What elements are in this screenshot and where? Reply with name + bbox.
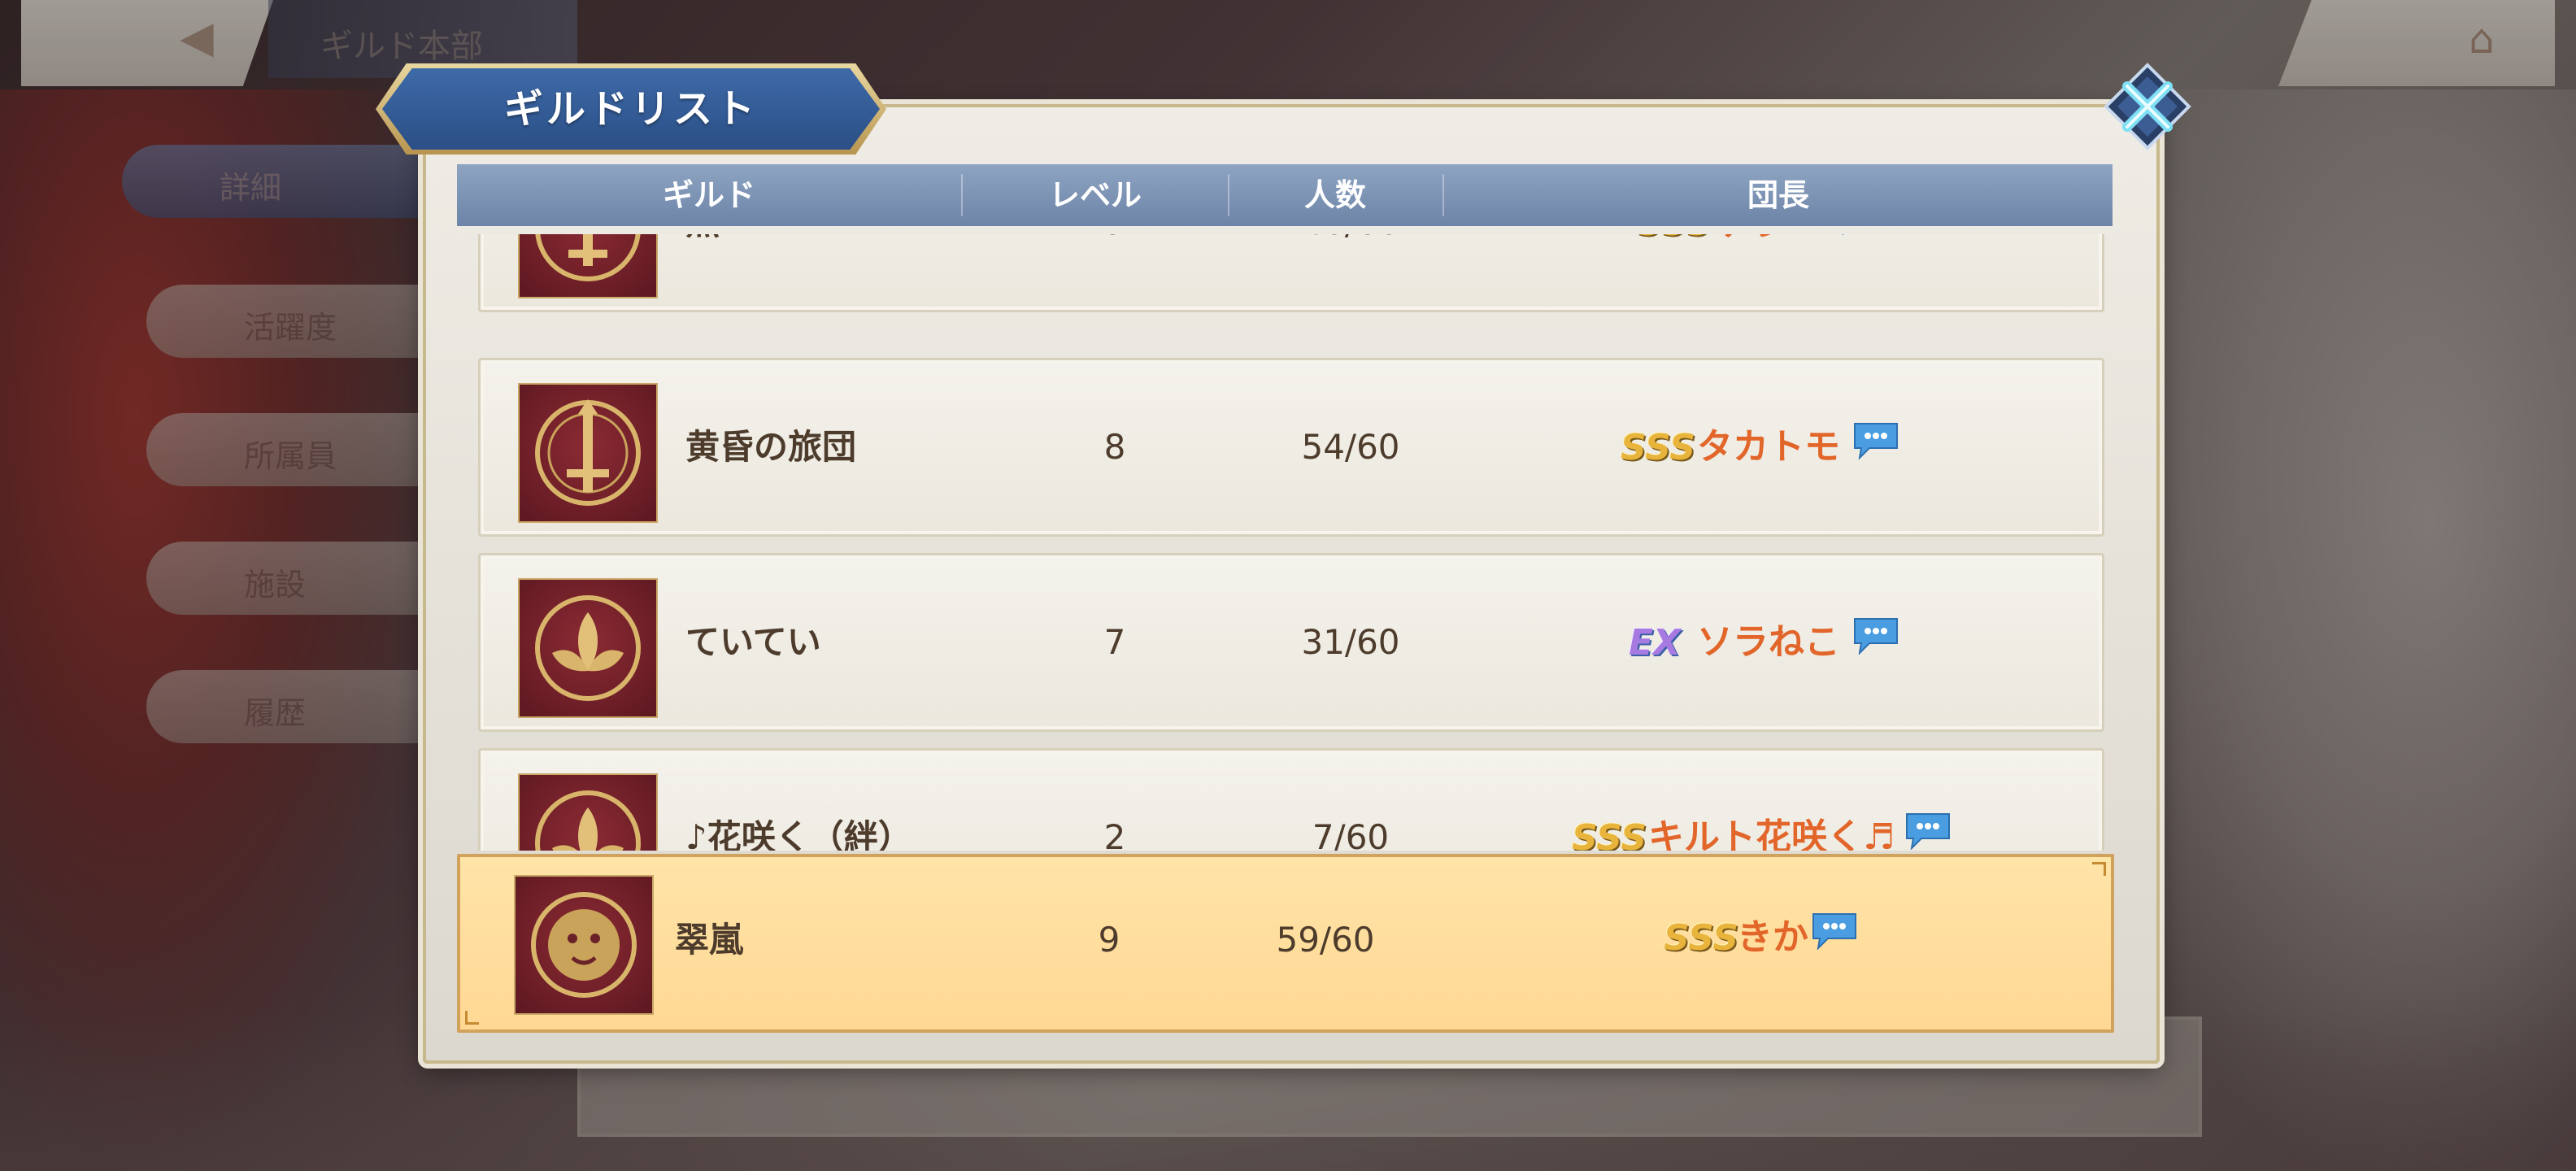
sword-emblem-icon	[518, 234, 658, 298]
guild-members: 7/60	[1312, 817, 1390, 851]
header-members: 人数	[1303, 177, 1366, 213]
own-guild-row[interactable]: 翠嵐 9 59/60 SSS きか	[457, 854, 2114, 1033]
table-header: ギルド レベル 人数 団長	[457, 164, 2113, 226]
chat-bubble-icon[interactable]	[1904, 811, 1952, 850]
guild-list[interactable]: 無 9 46/60 SSS ゆう 黄昏の旅団 8 54/60 SSS タカトモ	[472, 234, 2106, 851]
guild-leader: SSS キルト花咲く♬	[1518, 751, 2106, 851]
guild-name: ていてい	[685, 622, 821, 662]
chat-bubble-icon[interactable]	[1852, 420, 1900, 459]
lotus-emblem-icon	[518, 578, 658, 718]
chat-bubble-icon[interactable]	[1852, 616, 1900, 655]
leader-name: タカトモ	[1697, 426, 1840, 468]
close-icon[interactable]	[2103, 62, 2192, 151]
rank-badge: SSS	[1621, 427, 1695, 468]
guild-members: 54/60	[1301, 427, 1400, 467]
sword-emblem-icon	[518, 383, 658, 523]
guild-members: 31/60	[1301, 622, 1400, 662]
rank-badge: SSS	[1637, 234, 1712, 248]
guild-row[interactable]: ♪花咲く（絆） 2 7/60 SSS キルト花咲く♬	[478, 748, 2104, 851]
rank-badge: SSS	[1572, 817, 1647, 851]
guild-leader: SSS タカトモ	[1518, 360, 2106, 534]
guild-level: 8	[1103, 427, 1126, 467]
leader-name: キルト花咲く♬	[1648, 816, 1895, 851]
rank-badge: SSS	[1664, 917, 1738, 959]
own-guild-leader: SSS きか	[1501, 857, 2119, 1031]
own-guild-level: 9	[1098, 920, 1120, 960]
dialog-title: ギルドリスト	[503, 86, 758, 132]
header-level: レベル	[1048, 177, 1142, 213]
own-guild-members: 59/60	[1276, 920, 1375, 960]
guild-name: 黄昏の旅団	[685, 427, 857, 467]
corner-ornament	[465, 1011, 479, 1025]
chat-bubble-icon[interactable]	[1835, 234, 1884, 235]
lion-emblem-icon	[514, 875, 654, 1015]
header-guild: ギルド	[662, 177, 755, 213]
guild-level: 7	[1103, 622, 1126, 662]
guild-row[interactable]: 黄昏の旅団 8 54/60 SSS タカトモ	[478, 358, 2104, 537]
guild-level: 9	[1001, 234, 1229, 310]
lotus-emblem-icon	[518, 773, 658, 851]
guild-leader: SSS ゆう	[1518, 234, 2106, 310]
guild-name: 無	[685, 234, 720, 310]
leader-name: きか	[1737, 916, 1808, 958]
guild-members: 46/60	[1237, 234, 1464, 310]
guild-row[interactable]: ていてい 7 31/60 EX ソラねこ	[478, 553, 2104, 732]
leader-name: ソラねこ	[1697, 621, 1840, 663]
rank-badge: EX	[1629, 622, 1681, 664]
guild-leader: EX ソラねこ	[1518, 555, 2106, 729]
guild-name: ♪花咲く（絆）	[685, 817, 912, 851]
own-guild-name: 翠嵐	[675, 920, 744, 960]
leader-name: ゆう	[1713, 234, 1785, 248]
guild-level: 2	[1103, 817, 1126, 851]
header-leader: 団長	[1747, 177, 1809, 213]
guild-row[interactable]: 無 9 46/60 SSS ゆう	[478, 234, 2104, 312]
chat-bubble-icon[interactable]	[1810, 911, 1859, 950]
